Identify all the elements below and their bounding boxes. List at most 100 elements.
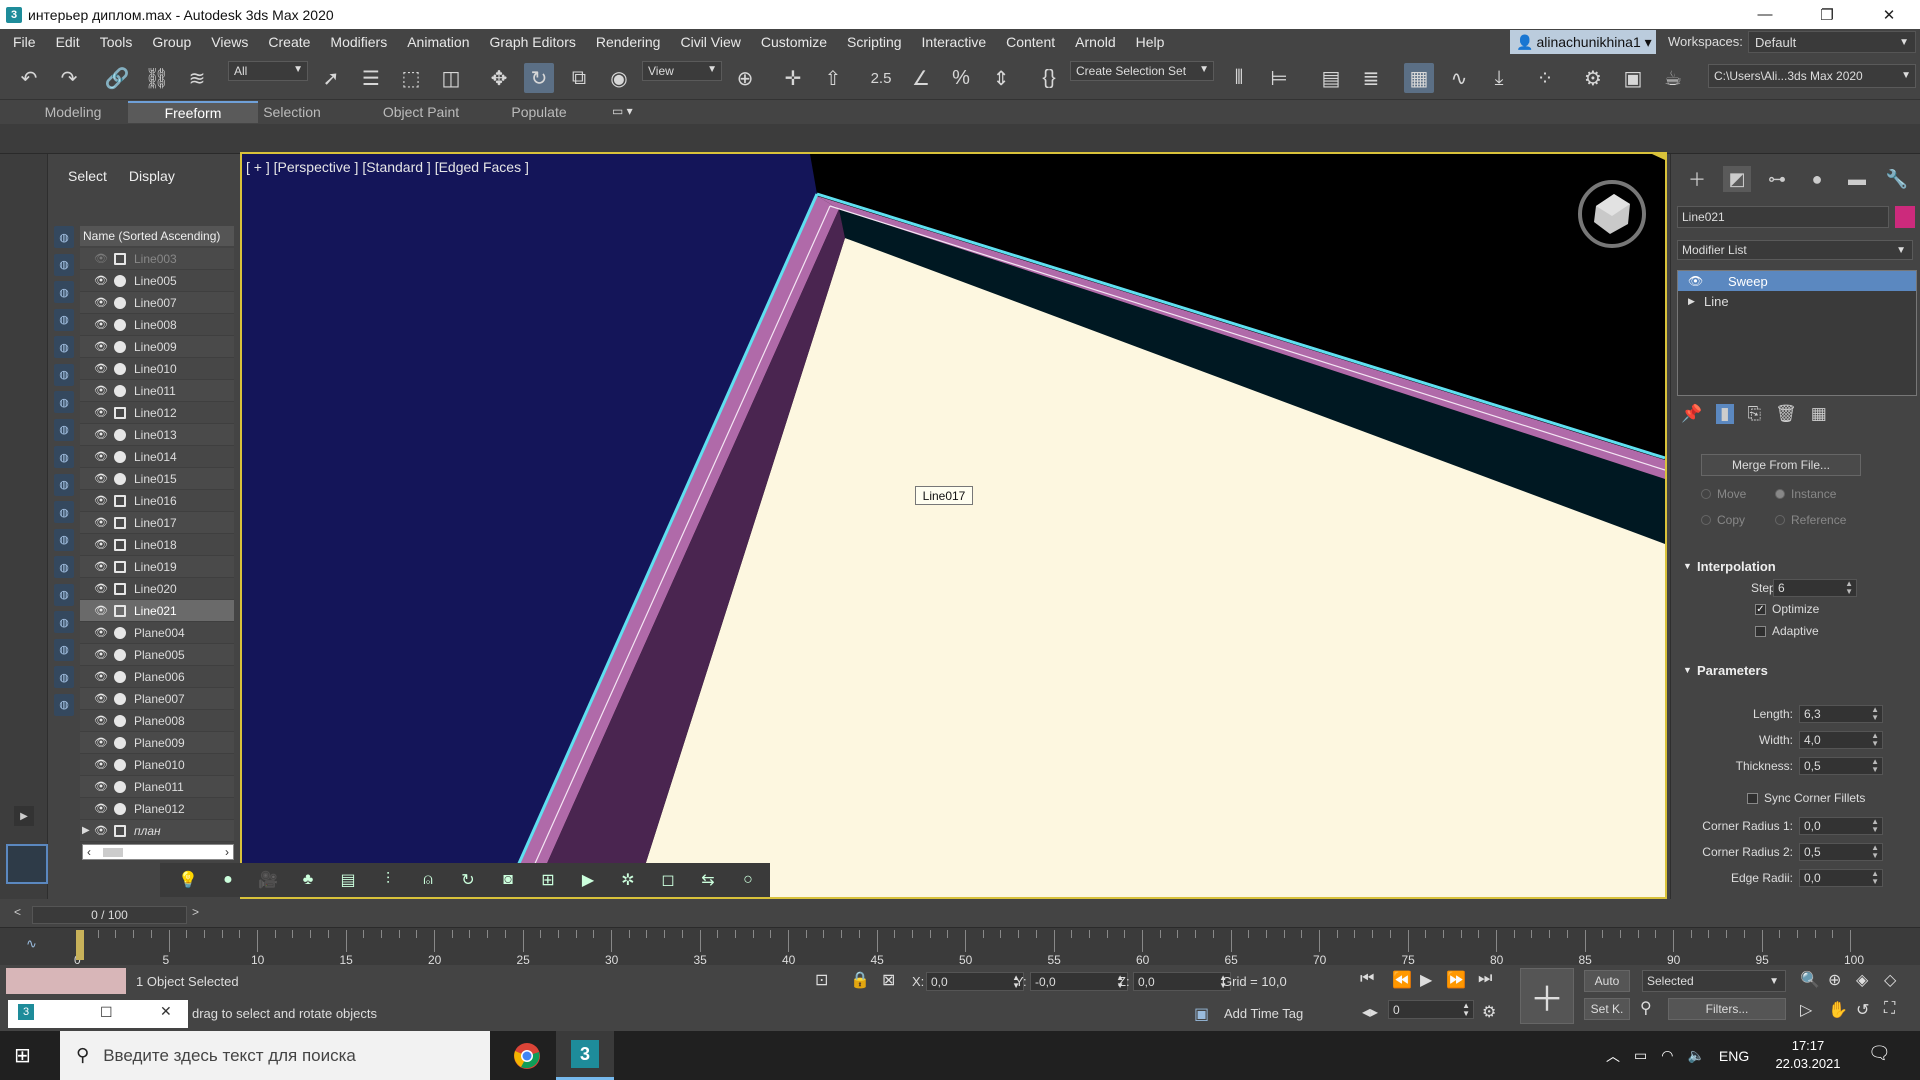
- rotate-icon[interactable]: ↻: [524, 63, 554, 93]
- snaps-toggle-icon[interactable]: 2.5: [866, 63, 896, 93]
- interpolation-rollout[interactable]: ▼ Interpolation: [1677, 556, 1912, 576]
- steps-spinner[interactable]: 6 ▲ ▼: [1773, 579, 1857, 597]
- taskbar-search-box[interactable]: ⚲ Введите здесь текст для поиска: [60, 1031, 490, 1080]
- explorer-row[interactable]: 👁 Line003: [80, 248, 234, 270]
- modify-tab-icon[interactable]: ◩: [1723, 166, 1751, 192]
- rectangular-selection-icon[interactable]: ⬚: [396, 63, 426, 93]
- filter-geometry-icon[interactable]: ◍: [54, 253, 74, 276]
- windows-start-icon[interactable]: ⊞: [14, 1043, 38, 1067]
- filter-folder-icon[interactable]: ◍: [54, 693, 74, 716]
- select-manipulate-icon[interactable]: ✛: [778, 63, 808, 93]
- language-indicator[interactable]: ENG: [1719, 1048, 1749, 1064]
- adaptive-checkbox[interactable]: Adaptive: [1755, 624, 1819, 638]
- taskbar-clock[interactable]: 17:17 22.03.2021: [1768, 1037, 1848, 1073]
- visibility-eye-icon[interactable]: 👁: [94, 516, 112, 529]
- filter-display-all-icon[interactable]: ◍: [54, 226, 74, 248]
- ribbon-options-icon[interactable]: ▭ ▾: [612, 104, 633, 118]
- explorer-row[interactable]: 👁 Line008: [80, 314, 234, 336]
- chevron-left-icon[interactable]: ‹: [87, 845, 91, 859]
- layer-explorer-icon[interactable]: ≣: [1356, 63, 1386, 93]
- lock-selection-icon[interactable]: 🔒: [850, 970, 870, 990]
- restore-icon[interactable]: ☐: [100, 1004, 113, 1021]
- move-radio[interactable]: Move: [1701, 487, 1746, 501]
- filter-filter-icon[interactable]: ◍: [54, 638, 74, 661]
- hierarchy-tab-icon[interactable]: ⊶: [1763, 166, 1791, 192]
- motion-tab-icon[interactable]: ●: [1803, 166, 1831, 192]
- field-of-view-icon[interactable]: ▷: [1800, 1000, 1812, 1020]
- link-icon[interactable]: 🔗: [102, 63, 132, 93]
- explorer-row[interactable]: 👁 Plane012: [80, 798, 234, 820]
- visibility-eye-icon[interactable]: 👁: [94, 428, 112, 441]
- filter-spacewarps-icon[interactable]: ◍: [54, 391, 74, 413]
- filter-helpers-icon[interactable]: ◍: [54, 363, 74, 386]
- explorer-row[interactable]: 👁 Plane007: [80, 688, 234, 710]
- close-button[interactable]: ✕: [1858, 0, 1920, 29]
- object-name-input[interactable]: Line021: [1677, 206, 1889, 228]
- merge-from-file-button[interactable]: Merge From File...: [1701, 454, 1861, 476]
- go-to-start-icon[interactable]: ⏮: [1360, 970, 1374, 988]
- instance-radio[interactable]: Instance: [1775, 487, 1836, 501]
- menu-edit[interactable]: Edit: [46, 34, 90, 50]
- visibility-eye-icon[interactable]: 👁: [94, 714, 112, 727]
- percent-snap-icon[interactable]: %: [946, 63, 976, 93]
- explorer-row[interactable]: 👁 Plane005: [80, 644, 234, 666]
- z-coordinate-field[interactable]: 0,0 ▲ ▼: [1133, 972, 1231, 991]
- menu-create[interactable]: Create: [258, 34, 320, 50]
- move-icon[interactable]: ✥: [484, 63, 514, 93]
- current-frame-field[interactable]: 0 ▲ ▼: [1388, 1000, 1474, 1019]
- rendered-frame-window-icon[interactable]: ▣: [1618, 63, 1648, 93]
- remove-modifier-icon[interactable]: 🗑: [1775, 404, 1797, 424]
- redo-icon[interactable]: ↷: [54, 63, 84, 93]
- workspace-dropdown[interactable]: Default ▼: [1748, 31, 1916, 53]
- filter-lights-icon[interactable]: ◍: [54, 308, 74, 331]
- key-mode-icon[interactable]: ◂▸: [1362, 1002, 1378, 1022]
- notifications-icon[interactable]: 🗨: [1868, 1043, 1891, 1064]
- viewport-layout-icon[interactable]: [6, 844, 48, 884]
- play-icon[interactable]: ▶: [1420, 970, 1432, 990]
- chevron-up-icon[interactable]: ︿: [1606, 1046, 1620, 1066]
- explorer-row[interactable]: 👁 Line014: [80, 446, 234, 468]
- minimize-button[interactable]: —: [1734, 0, 1796, 29]
- light-bulb-icon[interactable]: 💡: [176, 869, 200, 891]
- scene-explorer-toggle-icon[interactable]: ▤: [1316, 63, 1346, 93]
- menu-rendering[interactable]: Rendering: [586, 34, 671, 50]
- visibility-eye-icon[interactable]: 👁: [94, 604, 112, 617]
- explorer-row[interactable]: 👁 Line005: [80, 270, 234, 292]
- show-end-result-icon[interactable]: ▮: [1716, 404, 1734, 424]
- width-spinner[interactable]: 4,0 ▲ ▼: [1799, 731, 1883, 749]
- explorer-row[interactable]: 👁 Line012: [80, 402, 234, 424]
- visibility-eye-icon[interactable]: 👁: [94, 340, 112, 353]
- select-by-name-icon[interactable]: ☰: [356, 63, 386, 93]
- filter-sort-icon[interactable]: ◍: [54, 611, 74, 633]
- explorer-row[interactable]: 👁 Line011: [80, 380, 234, 402]
- expand-triangle-icon[interactable]: ▶: [1688, 296, 1695, 307]
- make-unique-icon[interactable]: ⎘: [1748, 404, 1762, 424]
- scale-icon[interactable]: ⧉: [564, 63, 594, 93]
- filter-groups-icon[interactable]: ◍: [54, 418, 74, 441]
- x-coordinate-field[interactable]: 0,0 ▲ ▼: [926, 972, 1024, 991]
- menu-scripting[interactable]: Scripting: [837, 34, 911, 50]
- filter-frozen-icon[interactable]: ◍: [54, 528, 74, 551]
- unlink-icon[interactable]: ⛓: [142, 63, 172, 93]
- speaker-icon[interactable]: 🔈: [1687, 1047, 1704, 1064]
- explorer-row[interactable]: 👁 Line007: [80, 292, 234, 314]
- explorer-row[interactable]: 👁 Line020: [80, 578, 234, 600]
- bones-icon[interactable]: ⫶: [376, 869, 400, 891]
- explorer-row[interactable]: ▶ 👁 план: [80, 820, 234, 842]
- edge-radii-spinner[interactable]: 0,0 ▲ ▼: [1799, 869, 1883, 887]
- dope-sheet-icon[interactable]: ⤓: [1484, 63, 1514, 93]
- walk-through-icon[interactable]: ⚲: [1640, 998, 1652, 1018]
- explorer-row[interactable]: 👁 Line009: [80, 336, 234, 358]
- filter-filter-down-icon[interactable]: ◍: [54, 666, 74, 688]
- explorer-horizontal-scrollbar[interactable]: ‹ ›: [82, 844, 234, 860]
- ribbon-toggle-icon[interactable]: ▦: [1404, 63, 1434, 93]
- menu-views[interactable]: Views: [201, 34, 258, 50]
- pan-icon[interactable]: ✋: [1828, 1000, 1848, 1020]
- window-crossing-icon[interactable]: ◫: [436, 63, 466, 93]
- chevron-right-icon[interactable]: >: [192, 905, 199, 919]
- schematic-view-icon[interactable]: ⁘: [1530, 63, 1560, 93]
- visibility-eye-icon[interactable]: 👁: [94, 692, 112, 705]
- explorer-row[interactable]: 👁 Plane006: [80, 666, 234, 688]
- menu-civil-view[interactable]: Civil View: [670, 34, 750, 50]
- container-icon[interactable]: ◙: [496, 869, 520, 891]
